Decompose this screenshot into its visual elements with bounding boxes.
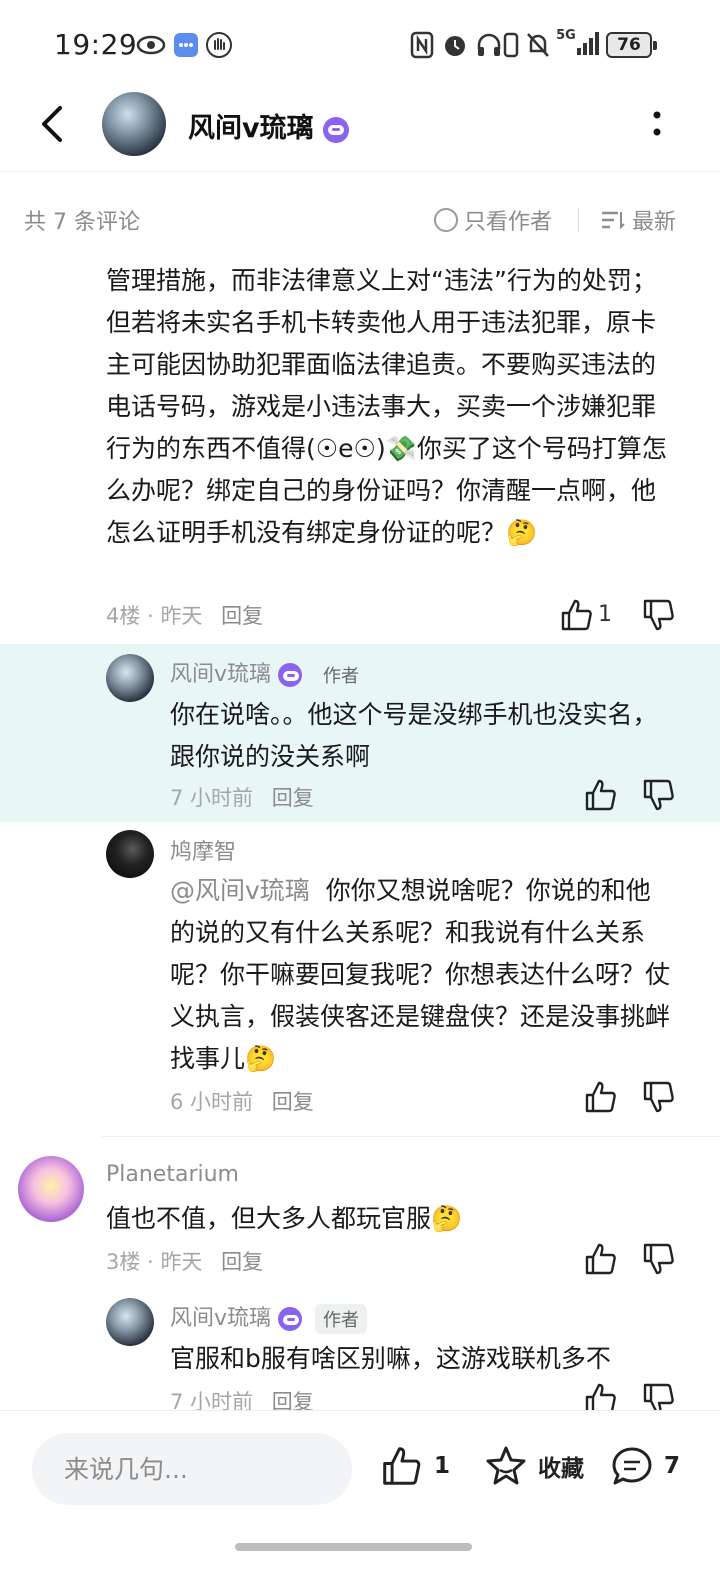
- favorite-label: 收藏: [538, 1456, 584, 1482]
- page-title[interactable]: 风间v琉璃: [188, 106, 350, 145]
- like-button[interactable]: [560, 598, 594, 632]
- thumb-down-icon: [643, 599, 674, 631]
- comment-author-name[interactable]: Planetarium: [106, 1162, 239, 1187]
- thumb-up-icon: [383, 1447, 421, 1485]
- favorite-button[interactable]: 收藏: [484, 1445, 584, 1487]
- thumb-down-icon: [643, 1243, 674, 1275]
- comment-meta: 4楼 · 昨天 回复: [106, 600, 263, 630]
- reply-button[interactable]: 回复: [272, 1090, 314, 1114]
- chat-bubble-icon: [172, 30, 200, 60]
- vibrate-icon: [502, 30, 520, 60]
- comment-input[interactable]: [32, 1433, 352, 1505]
- radio-icon: [434, 208, 458, 232]
- reply-body: 官服和b服有啥区别嘛，这游戏联机多不: [170, 1344, 611, 1373]
- dislike-button[interactable]: [642, 598, 676, 632]
- battery-icon: 76: [606, 32, 657, 58]
- meta-dot: ·: [147, 604, 154, 628]
- reply-author-name[interactable]: 鸠摩智: [170, 834, 236, 866]
- alarm-icon: [440, 30, 470, 60]
- gamepad-badge-icon: [278, 663, 303, 687]
- meta-dot: ·: [147, 1250, 154, 1274]
- avatar[interactable]: [106, 830, 154, 878]
- headphones-icon: [474, 30, 504, 60]
- sort-button[interactable]: 最新: [600, 204, 676, 236]
- thumb-down-icon: [643, 779, 674, 811]
- chevron-left-icon: [42, 106, 62, 142]
- gamepad-badge-icon: [278, 1307, 303, 1331]
- reply-button[interactable]: 回复: [272, 786, 314, 810]
- reply-author-name: 风间v琉璃: [170, 1306, 272, 1331]
- mention-link[interactable]: @风间v琉璃: [170, 876, 310, 905]
- reply-button[interactable]: 回复: [221, 1250, 263, 1274]
- reply-time: 7 小时前: [170, 786, 254, 810]
- comment-filter-bar: 共 7 条评论 只看作者 最新: [0, 190, 720, 244]
- comment-total: 7: [664, 1453, 681, 1479]
- network-label: 5G: [556, 28, 576, 43]
- avatar[interactable]: [106, 654, 154, 702]
- divider: [102, 1136, 720, 1137]
- eye-icon: [135, 30, 167, 60]
- reply-author[interactable]: 风间v琉璃 作者: [170, 1300, 368, 1334]
- reply-body: 你在说啥。。他这个号是没绑手机也没实名，跟你说的没关系啊: [170, 700, 658, 771]
- divider: [578, 208, 579, 232]
- username: 风间v琉璃: [188, 113, 314, 144]
- avatar[interactable]: [18, 1156, 84, 1222]
- nfc-icon: [408, 30, 436, 60]
- floor-label: 4楼: [106, 604, 141, 628]
- more-button[interactable]: [642, 102, 672, 146]
- dislike-button[interactable]: [642, 1242, 676, 1276]
- reply-body: @风间v琉璃 你你又想说啥呢？你说的和他的说的又有什么关系呢？和我说有什么关系呢…: [170, 870, 670, 1080]
- comment-meta: 3楼 · 昨天 回复: [106, 1246, 263, 1276]
- mute-icon: [524, 30, 552, 60]
- comment-body: 管理措施，而非法律意义上对“违法”行为的处罚；但若将未实名手机卡转卖他人用于违法…: [106, 266, 667, 547]
- thumb-up-icon: [585, 1081, 616, 1113]
- sort-label: 最新: [632, 210, 677, 235]
- more-vertical-icon: [653, 111, 661, 136]
- author-tag: 作者: [315, 1304, 368, 1334]
- like-post-button[interactable]: 1: [380, 1445, 450, 1487]
- like-button[interactable]: [584, 778, 618, 812]
- reply-meta: 6 小时前 回复: [170, 1086, 314, 1116]
- thumb-up-icon: [561, 599, 592, 631]
- only-author-label: 只看作者: [464, 210, 553, 235]
- reply-button[interactable]: 回复: [221, 604, 263, 628]
- star-icon: [486, 1446, 526, 1485]
- reply-author[interactable]: 风间v琉璃 作者: [170, 656, 367, 690]
- signal-icon: 5G: [556, 28, 600, 60]
- hand-icon: [205, 30, 233, 60]
- comment-bubble-icon: [612, 1447, 652, 1485]
- app-header: 风间v琉璃: [0, 88, 720, 172]
- back-button[interactable]: [34, 104, 74, 144]
- thumb-up-icon: [585, 1243, 616, 1275]
- thumb-up-icon: [585, 779, 616, 811]
- avatar[interactable]: [102, 92, 166, 156]
- comment-body: 值也不值，但大多人都玩官服🤔: [106, 1204, 463, 1233]
- reply-meta: 7 小时前 回复: [170, 782, 314, 812]
- like-button[interactable]: [584, 1242, 618, 1276]
- reply-time: 6 小时前: [170, 1090, 254, 1114]
- post-like-count: 1: [434, 1453, 451, 1479]
- battery-level: 76: [617, 35, 641, 55]
- reply-author-name: 风间v琉璃: [170, 662, 272, 687]
- floor-label: 3楼: [106, 1250, 141, 1274]
- comment-time: 昨天: [160, 1250, 203, 1274]
- like-count: 1: [598, 602, 612, 627]
- reply-text: 你你又想说啥呢？你说的和他的说的又有什么关系呢？和我说有什么关系呢？你干嘛要回复…: [170, 876, 671, 1073]
- comment-count: 共 7 条评论: [24, 210, 140, 235]
- sort-icon: [602, 211, 625, 230]
- home-indicator[interactable]: [235, 1543, 472, 1551]
- dislike-button[interactable]: [642, 778, 676, 812]
- gamepad-badge-icon: [323, 116, 350, 143]
- like-button[interactable]: [584, 1080, 618, 1114]
- only-author-toggle[interactable]: 只看作者: [434, 204, 552, 236]
- bottom-action-bar: 1 收藏 7: [0, 1410, 720, 1595]
- comment-time: 昨天: [160, 604, 203, 628]
- status-time: 19:29: [54, 28, 138, 61]
- dislike-button[interactable]: [642, 1080, 676, 1114]
- thumb-down-icon: [643, 1081, 674, 1113]
- comments-button[interactable]: 7: [610, 1445, 680, 1487]
- author-tag: 作者: [323, 666, 360, 687]
- status-bar: 19:29 5G 76: [0, 0, 720, 90]
- avatar[interactable]: [106, 1298, 154, 1346]
